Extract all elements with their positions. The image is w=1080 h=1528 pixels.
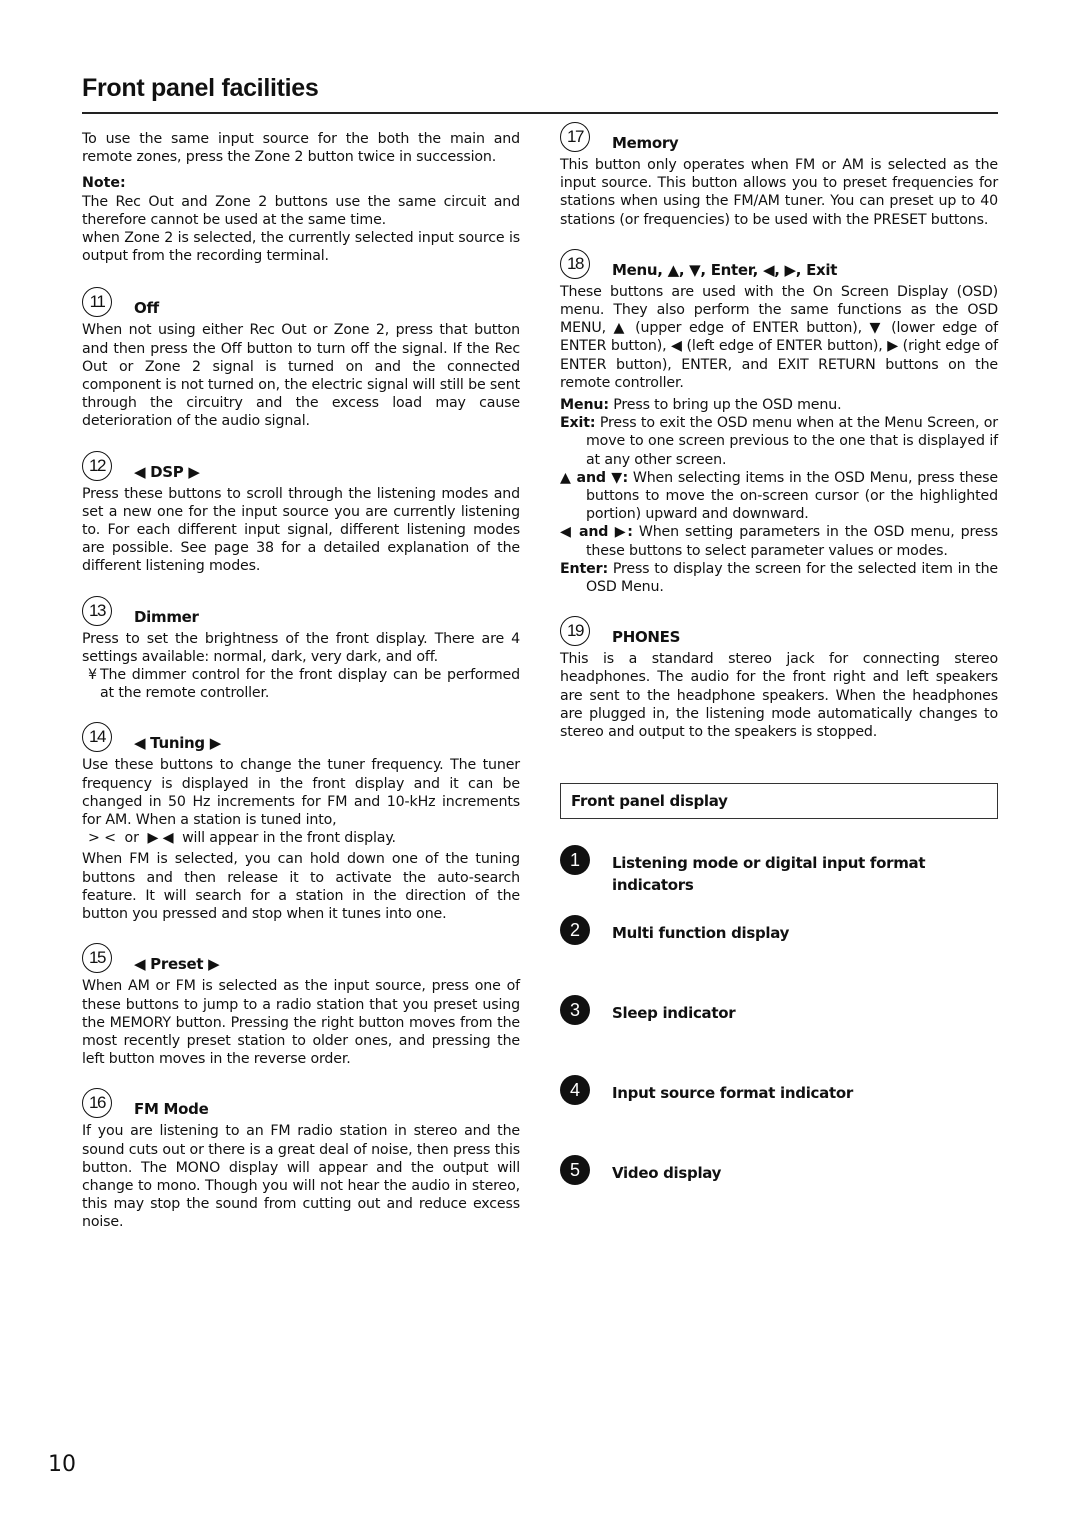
note-label: Note: [82,175,126,192]
definition-text: Press to exit the OSD menu when at the M… [586,415,998,468]
circled-number-icon: 13 [82,595,112,626]
circled-number-icon: 12 [82,450,112,481]
section-dimmer: 13 Dimmer Press to set the brightness of… [82,595,520,703]
section-phones: 19 PHONES This is a standard stereo jack… [560,616,998,741]
intro-paragraph: To use the same input source for the bot… [82,131,520,166]
page-title: Front panel facilities [82,74,319,102]
section-fm-mode: 16 FM Mode If you are listening to an FM… [82,1088,520,1231]
circled-number-icon: 15 [82,943,112,974]
definition-list: Menu: Press to bring up the OSD menu. Ex… [560,396,998,596]
section-body: This is a standard stereo jack for conne… [560,651,998,741]
definition-text: When selecting items in the OSD Menu, pr… [586,469,998,523]
circled-number-icon: 16 [82,1088,112,1119]
section-title: PHONES [612,628,681,647]
section-title: Memory [612,134,679,152]
definition-exit: Exit: Press to exit the OSD menu when at… [560,414,998,469]
display-item-label: Multi function display [612,924,790,943]
definition-menu: Menu: Press to bring up the OSD menu. [560,396,998,414]
definition-text: Press to display the screen for the sele… [586,560,998,596]
page-number: 10 [48,1452,76,1477]
section-dsp: 12 ◀ DSP ▶ Press these buttons to scroll… [82,450,520,576]
section-body: Press these buttons to scroll through th… [82,485,520,575]
definition-left-right: ◀ and ▶: When setting parameters in the … [560,523,998,559]
display-item-label: Sleep indicator [612,1004,736,1023]
display-item: 3 Sleep indicator [560,995,998,1075]
section-preset: 15 ◀ Preset ▶ When AM or FM is selected … [82,943,520,1068]
bullet-mark: ¥ [88,667,97,684]
section-title: Off [134,299,159,318]
section-tuning: 14 ◀ Tuning ▶ Use these buttons to chang… [82,722,520,923]
definition-term: Exit: [560,415,596,432]
display-item-label: Input source format indicator [612,1084,853,1103]
display-item-label: Video display [612,1164,722,1183]
definition-text: When setting parameters in the OSD menu,… [586,524,998,559]
tuning-indicator-line: > < or ▶ ◀ will appear in the front disp… [88,830,396,847]
definition-up-down: ▲ and ▼: When selecting items in the OSD… [560,469,998,524]
section-body: Press to set the brightness of the front… [82,630,520,665]
display-item: 1 Listening mode or digital input format… [560,845,998,915]
circled-number-icon: 19 [560,616,590,647]
section-title: ◀ DSP ▶ [134,462,200,481]
definition-term: ▲ and ▼: [560,469,628,486]
note-text-1: The Rec Out and Zone 2 buttons use the s… [82,193,520,228]
definition-term: Enter: [560,560,608,577]
section-body: When AM or FM is selected as the input s… [82,978,520,1068]
display-item: 4 Input source format indicator [560,1075,998,1155]
section-body: If you are listening to an FM radio stat… [82,1123,520,1231]
circled-number-icon: 18 [560,248,590,279]
section-menu-navigation: 18 Menu, ▲, ▼, Enter, ◀, ▶, Exit These b… [560,248,998,596]
definition-text: Press to bring up the OSD menu. [608,397,842,414]
circled-number-icon: 11 [82,287,112,318]
display-item: 2 Multi function display [560,915,998,995]
circled-number-icon: 17 [560,122,590,152]
filled-circle-number-icon: 4 [560,1075,590,1106]
section-body: When not using either Rec Out or Zone 2,… [82,322,520,430]
section-memory: 17 Memory This button only operates when… [560,122,998,229]
right-column: 17 Memory This button only operates when… [560,122,998,1195]
filled-circle-number-icon: 2 [560,915,590,946]
section-title: ◀ Tuning ▶ [134,734,222,753]
definition-enter: Enter: Press to display the screen for t… [560,560,998,596]
left-column: To use the same input source for the bot… [82,130,520,1232]
section-body: These buttons are used with the On Scree… [560,283,998,391]
display-item-label: Listening mode or digital input format i… [612,854,926,895]
section-title: FM Mode [134,1100,209,1119]
front-panel-display-heading: Front panel display [560,783,998,820]
section-off: 11 Off When not using either Rec Out or … [82,287,520,430]
filled-circle-number-icon: 5 [560,1155,590,1186]
section-title: Menu, ▲, ▼, Enter, ◀, ▶, Exit [612,260,838,279]
bullet-item: ¥ The dimmer control for the front displ… [82,666,520,702]
section-title: Dimmer [134,607,199,626]
note-text-2: when Zone 2 is selected, the currently s… [82,230,520,265]
display-item-list: 1 Listening mode or digital input format… [560,845,998,1195]
definition-term: ◀ and ▶: [560,524,633,541]
circled-number-icon: 14 [82,722,112,753]
definition-term: Menu: [560,397,609,414]
title-rule [82,112,998,114]
filled-circle-number-icon: 3 [560,995,590,1026]
section-body-2: When FM is selected, you can hold down o… [82,851,520,923]
section-body: Use these buttons to change the tuner fr… [82,757,520,829]
display-item: 5 Video display [560,1155,998,1195]
section-body: This button only operates when FM or AM … [560,157,998,228]
section-title: ◀ Preset ▶ [134,955,220,974]
bullet-text: The dimmer control for the front display… [100,667,520,702]
filled-circle-number-icon: 1 [560,845,590,876]
